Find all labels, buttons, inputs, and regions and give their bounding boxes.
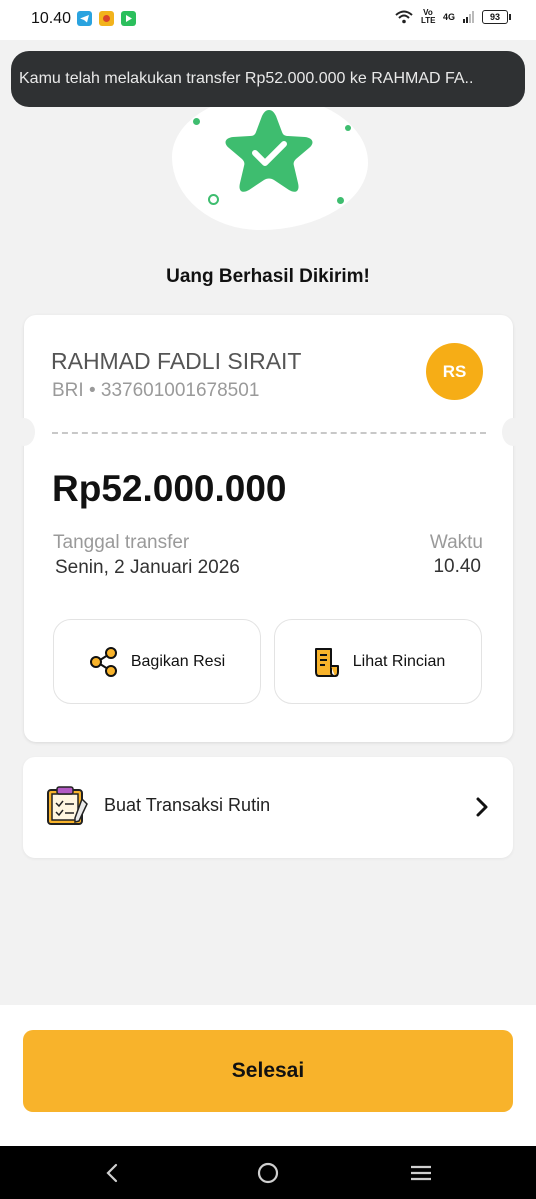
network-type: 4G — [442, 12, 455, 22]
telegram-icon — [77, 11, 92, 26]
volte-indicator: Vo LTE — [420, 8, 436, 25]
receipt-icon — [314, 647, 339, 677]
game-app-icon — [99, 11, 114, 26]
green-app-icon — [121, 11, 136, 26]
chevron-right-icon — [476, 797, 488, 817]
transfer-date-value: Senin, 2 Januari 2026 — [55, 557, 240, 578]
status-right-group: Vo LTE 4G 93 — [395, 8, 511, 25]
view-details-button[interactable]: Lihat Rincian — [274, 619, 482, 704]
transfer-amount: Rp52.000.000 — [52, 468, 287, 509]
view-details-label: Lihat Rincian — [352, 652, 446, 670]
page-title: Uang Berhasil Dikirim! — [166, 266, 370, 287]
back-icon[interactable] — [103, 1162, 121, 1184]
status-time: 10.40 — [31, 10, 72, 27]
transfer-date-label: Tanggal transfer — [53, 532, 190, 553]
done-button[interactable]: Selesai — [23, 1030, 513, 1112]
signal-icon — [463, 11, 474, 23]
share-icon — [89, 646, 117, 677]
routine-transaction-label: Buat Transaksi Rutin — [104, 795, 271, 815]
card-divider — [52, 432, 486, 434]
share-receipt-button[interactable]: Bagikan Resi — [53, 619, 261, 704]
system-nav-bar — [0, 1146, 536, 1199]
decor-dot — [337, 197, 344, 204]
share-receipt-label: Bagikan Resi — [130, 652, 226, 670]
battery-icon: 93 — [482, 10, 511, 24]
card-notch-right — [502, 418, 524, 446]
clipboard-icon — [47, 786, 88, 825]
home-icon[interactable] — [256, 1161, 280, 1185]
status-bar: 10.40 Vo LTE 4G 93 — [0, 0, 536, 40]
avatar: RS — [426, 343, 483, 400]
decor-ring — [208, 194, 219, 205]
recipient-name: RAHMAD FADLI SIRAIT — [51, 348, 302, 374]
decor-dot — [345, 125, 351, 131]
transfer-time-value: 10.40 — [433, 556, 481, 577]
transfer-time-label: Waktu — [429, 532, 483, 553]
recipient-bank-account: BRI • 337601001678501 — [52, 380, 260, 401]
decor-dot — [193, 118, 200, 125]
success-star-icon — [225, 110, 313, 192]
menu-icon[interactable] — [409, 1163, 433, 1183]
card-notch-left — [13, 418, 35, 446]
wifi-icon — [395, 10, 413, 24]
transfer-toast: Kamu telah melakukan transfer Rp52.000.0… — [11, 51, 525, 107]
